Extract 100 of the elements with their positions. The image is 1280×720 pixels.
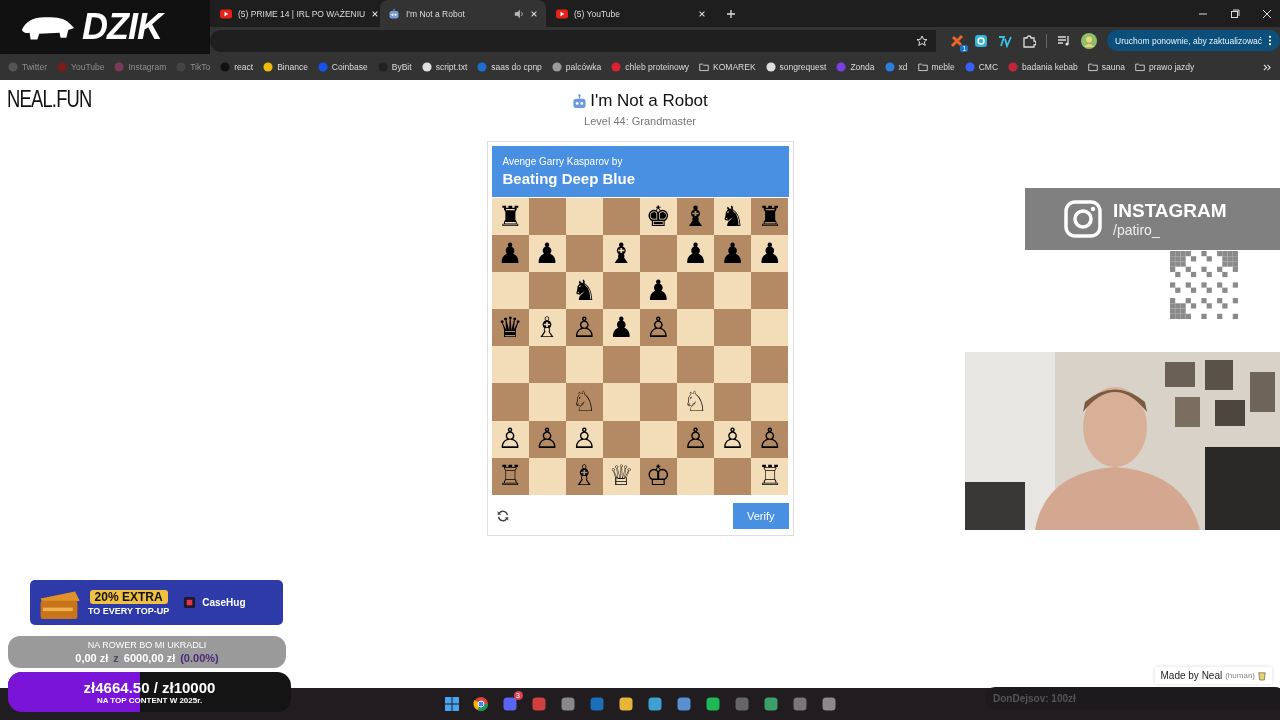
board-square[interactable]: ♟ <box>602 309 640 347</box>
windows-icon[interactable] <box>443 696 460 712</box>
playlist-icon[interactable] <box>1057 33 1072 48</box>
chevron-icon[interactable] <box>1263 62 1272 72</box>
board-square[interactable]: ♟ <box>751 235 789 273</box>
chess-piece[interactable]: ♗ <box>571 462 597 491</box>
board-square[interactable] <box>565 346 603 384</box>
board-square[interactable] <box>528 272 566 310</box>
menu-icon[interactable] <box>1268 35 1272 46</box>
chess-piece[interactable]: ♙ <box>534 425 560 454</box>
board-square[interactable] <box>676 346 715 384</box>
chess-piece[interactable]: ♟ <box>720 239 746 268</box>
chess-piece[interactable]: ♟ <box>682 239 709 268</box>
star-icon[interactable] <box>916 34 929 47</box>
chess-piece[interactable]: ♙ <box>571 313 597 342</box>
board-square[interactable] <box>714 457 752 495</box>
board-square[interactable] <box>491 346 529 384</box>
bookmark[interactable]: script.txt <box>421 62 468 72</box>
chess-piece[interactable]: ♘ <box>571 388 597 416</box>
board-square[interactable] <box>714 383 752 421</box>
board-square[interactable]: ♞ <box>565 272 603 310</box>
app-icon[interactable] <box>559 696 576 712</box>
chess-piece[interactable]: ♚ <box>645 202 671 231</box>
board-square[interactable]: ♝ <box>676 198 715 236</box>
bookmark[interactable]: YouTube <box>57 62 105 72</box>
board-square[interactable] <box>528 198 566 236</box>
board-square[interactable]: ♟ <box>676 235 715 273</box>
bookmark[interactable]: saas do cpnp <box>477 62 542 72</box>
credit-badge[interactable]: Made by Neal (human) <box>1154 667 1272 684</box>
close-icon[interactable] <box>698 9 706 18</box>
app-icon[interactable] <box>820 696 837 712</box>
app-icon[interactable] <box>530 696 547 712</box>
puzzle-icon[interactable] <box>1022 33 1037 48</box>
app-icon[interactable] <box>617 696 634 712</box>
board-square[interactable]: ♜ <box>751 198 789 236</box>
board-square[interactable]: ♖ <box>751 457 789 495</box>
board-square[interactable]: ♗ <box>528 309 566 347</box>
board-square[interactable] <box>639 383 677 421</box>
board-square[interactable] <box>528 346 566 384</box>
board-square[interactable] <box>491 383 529 421</box>
app-icon[interactable] <box>675 696 692 712</box>
board-square[interactable] <box>602 383 640 421</box>
board-square[interactable]: ♘ <box>676 383 715 421</box>
board-square[interactable]: ♙ <box>565 309 603 347</box>
board-square[interactable] <box>491 272 529 310</box>
bookmark[interactable]: palcówka <box>551 62 602 72</box>
browser-tab[interactable]: (5) YouTube <box>548 0 714 27</box>
browser-tab[interactable]: I'm Not a Robot <box>380 0 546 27</box>
chess-piece[interactable]: ♙ <box>645 313 671 342</box>
chess-piece[interactable]: ♝ <box>608 239 634 268</box>
board-square[interactable]: ♟ <box>491 235 529 273</box>
bookmark[interactable]: Instagram <box>114 62 167 72</box>
board-square[interactable] <box>751 346 789 384</box>
chess-piece[interactable]: ♝ <box>682 202 709 231</box>
board-square[interactable] <box>602 272 640 310</box>
extension-icon[interactable] <box>998 33 1013 48</box>
site-logo[interactable]: NEAL.FUN <box>7 86 92 113</box>
board-square[interactable] <box>639 346 677 384</box>
board-square[interactable]: ♚ <box>639 198 677 236</box>
app-icon[interactable] <box>646 696 663 712</box>
bookmark[interactable]: Twitter <box>8 62 48 72</box>
board-square[interactable] <box>565 198 603 236</box>
new-tab-icon[interactable] <box>726 8 736 19</box>
update-button[interactable]: Uruchom ponownie, aby zaktualizować <box>1107 30 1280 51</box>
bookmark[interactable]: KOMAREK <box>699 62 756 72</box>
board-square[interactable]: ♙ <box>714 420 752 458</box>
board-square[interactable]: ♞ <box>714 198 752 236</box>
chess-piece[interactable]: ♙ <box>757 425 783 454</box>
board-square[interactable]: ♟ <box>528 235 566 273</box>
board-square[interactable] <box>714 309 752 347</box>
bookmark[interactable]: Coinbase <box>317 62 368 72</box>
chess-piece[interactable]: ♟ <box>497 239 523 268</box>
chess-piece[interactable]: ♙ <box>497 425 523 454</box>
bookmark[interactable]: meble <box>917 62 955 72</box>
close-icon[interactable] <box>530 9 538 18</box>
extension-icon[interactable] <box>974 33 989 48</box>
bookmark[interactable]: Binance <box>263 62 308 72</box>
bookmark[interactable]: xd <box>884 62 908 72</box>
chess-piece[interactable]: ♜ <box>757 202 783 231</box>
bookmark[interactable]: Zonda <box>836 62 875 72</box>
address-field[interactable] <box>210 29 937 52</box>
board-square[interactable] <box>676 272 715 310</box>
chess-piece[interactable]: ♖ <box>497 462 523 491</box>
chess-piece[interactable]: ♛ <box>497 313 523 342</box>
board-square[interactable]: ♙ <box>491 420 529 458</box>
chess-piece[interactable]: ♞ <box>571 276 597 305</box>
chess-piece[interactable]: ♞ <box>720 202 746 231</box>
speaker-icon[interactable] <box>514 8 524 19</box>
bookmark[interactable]: songrequest <box>765 62 827 72</box>
board-square[interactable] <box>602 198 640 236</box>
chess-piece[interactable]: ♟ <box>757 239 783 268</box>
chess-piece[interactable]: ♗ <box>534 313 560 342</box>
avatar-icon[interactable] <box>1081 32 1098 49</box>
board-square[interactable]: ♙ <box>751 420 789 458</box>
board-square[interactable]: ♙ <box>639 309 677 347</box>
chess-piece[interactable]: ♟ <box>608 313 634 342</box>
chess-piece[interactable]: ♙ <box>682 425 709 454</box>
bookmark[interactable]: badania kebab <box>1008 62 1078 72</box>
restore-icon[interactable] <box>1230 8 1240 19</box>
chess-piece[interactable]: ♖ <box>757 462 783 491</box>
